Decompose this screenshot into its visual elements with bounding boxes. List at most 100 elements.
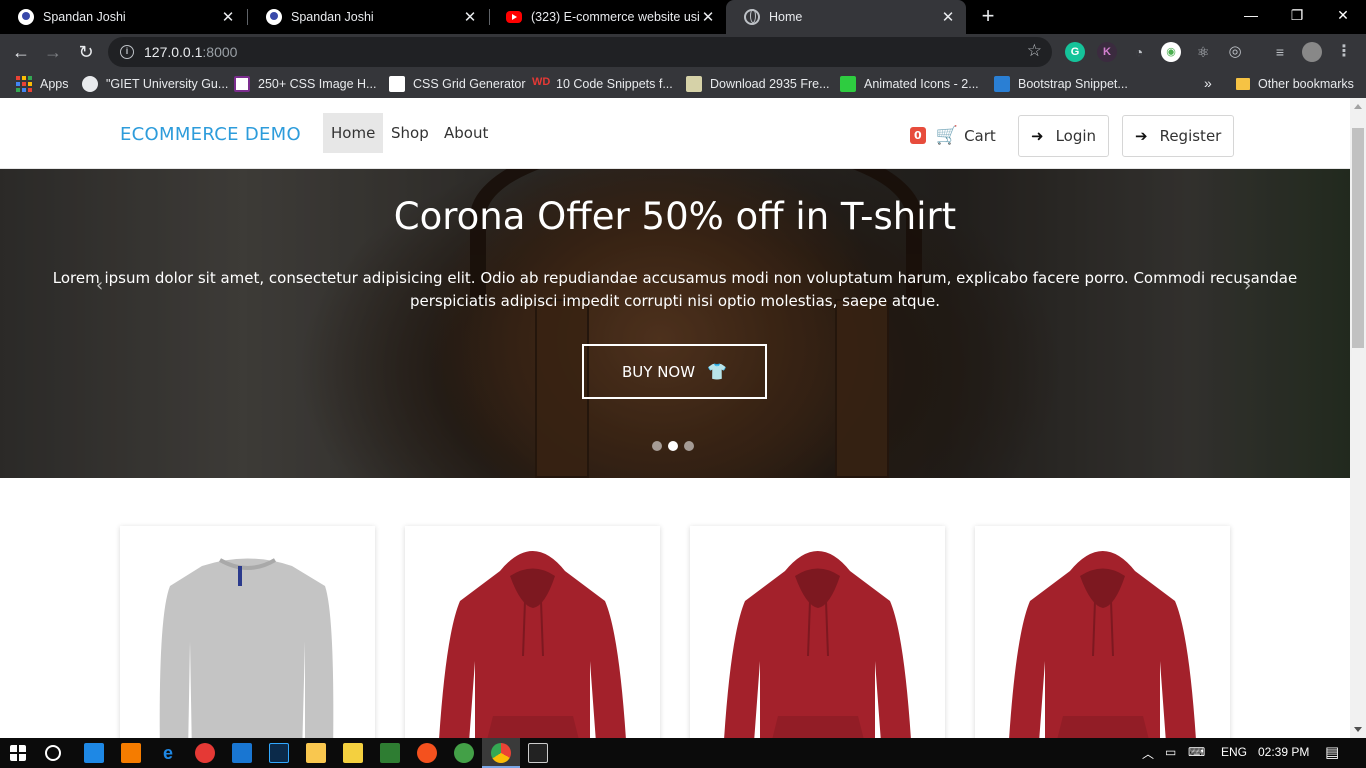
- browser-tab[interactable]: Spandan Joshi ✕: [248, 0, 488, 34]
- mail-app-icon[interactable]: [84, 743, 104, 763]
- browser-tab[interactable]: Spandan Joshi ✕: [0, 0, 246, 34]
- opera-icon[interactable]: [195, 743, 215, 763]
- carousel-dot-active[interactable]: [668, 441, 678, 451]
- scrollbar-thumb[interactable]: [1352, 128, 1364, 348]
- register-button[interactable]: ➔ Register: [1122, 115, 1235, 157]
- menu-icon[interactable]: ⋮: [1334, 42, 1354, 62]
- mongodb-icon[interactable]: [454, 743, 474, 763]
- windows-taskbar: e ︿ ▭ ⌨ ENG 02:39 PM ▤: [0, 738, 1366, 768]
- address-bar[interactable]: i 127.0.0.1:8000 ☆: [108, 37, 1052, 67]
- target-extension-icon[interactable]: ◎: [1225, 42, 1245, 62]
- browser-tab-active[interactable]: Home ✕: [726, 0, 966, 34]
- bookmark-item[interactable]: WD 10 Code Snippets f...: [532, 70, 673, 98]
- scroll-down-icon[interactable]: [1354, 727, 1362, 732]
- sign-in-icon: ➔: [1135, 127, 1148, 145]
- bookmark-item[interactable]: "GIET University Gu...: [82, 70, 228, 98]
- page-scrollbar[interactable]: [1350, 98, 1366, 738]
- windows-start-icon[interactable]: [10, 745, 26, 761]
- cart-count-badge: 0: [910, 127, 926, 144]
- tshirt-icon: 👕: [707, 362, 727, 381]
- tray-chevron-icon[interactable]: ︿: [1142, 745, 1154, 762]
- reload-icon[interactable]: ↻: [74, 40, 98, 64]
- close-tab-icon[interactable]: ✕: [220, 8, 236, 26]
- url-text: 127.0.0.1:8000: [144, 44, 238, 60]
- product-image-hoodie: [1009, 551, 1196, 738]
- tab-title: Spandan Joshi: [291, 10, 374, 24]
- app-icon[interactable]: [380, 743, 400, 763]
- media-control-icon[interactable]: ≡: [1270, 42, 1290, 62]
- carousel-dot[interactable]: [684, 441, 694, 451]
- login-label: Login: [1055, 127, 1097, 145]
- restore-icon[interactable]: ❐: [1274, 0, 1320, 30]
- color-extension-icon[interactable]: ◉: [1161, 42, 1181, 62]
- nav-shop[interactable]: Shop: [383, 113, 437, 153]
- bookmark-item[interactable]: CSS Grid Generator: [389, 70, 526, 98]
- bookmark-label: Download 2935 Fre...: [710, 77, 830, 91]
- bookmark-item[interactable]: 250+ CSS Image H...: [234, 70, 376, 98]
- product-image-sweater: [159, 558, 334, 738]
- clock[interactable]: 02:39 PM: [1258, 745, 1309, 759]
- bookmark-label: 250+ CSS Image H...: [258, 77, 377, 91]
- search-icon[interactable]: [45, 745, 61, 761]
- vscode-icon[interactable]: [232, 743, 252, 763]
- product-card[interactable]: [975, 526, 1230, 738]
- edge-browser-icon[interactable]: e: [158, 743, 178, 763]
- info-icon[interactable]: i: [120, 45, 134, 59]
- close-window-icon[interactable]: ✕: [1320, 0, 1366, 30]
- file-explorer-icon[interactable]: [306, 743, 326, 763]
- carousel-next-icon[interactable]: ›: [1244, 275, 1251, 296]
- photoshop-icon[interactable]: [269, 743, 289, 763]
- user-favicon-icon: [266, 9, 282, 25]
- keyboard-icon[interactable]: ⌨: [1188, 745, 1205, 759]
- minimize-icon[interactable]: —: [1228, 0, 1274, 30]
- nav-about[interactable]: About: [436, 113, 496, 153]
- nav-home[interactable]: Home: [323, 113, 384, 153]
- carousel-prev-icon[interactable]: ‹: [96, 275, 103, 296]
- buy-now-button[interactable]: BUY NOW 👕: [582, 344, 767, 399]
- bookmark-item[interactable]: Bootstrap Snippet...: [994, 70, 1128, 98]
- app-icon[interactable]: [417, 743, 437, 763]
- back-icon[interactable]: ←: [9, 40, 33, 64]
- site-brand[interactable]: ECOMMERCE DEMO: [120, 124, 301, 145]
- bookmark-item[interactable]: Download 2935 Fre...: [686, 70, 830, 98]
- extension-icon[interactable]: ◔: [1129, 42, 1149, 62]
- browser-toolbar: ← → ↻ i 127.0.0.1:8000 ☆ G K ◔ ◉ ⚛ ◎ ≡ ⋮: [0, 34, 1366, 70]
- other-bookmarks[interactable]: Other bookmarks: [1236, 70, 1354, 98]
- shopping-cart-icon: 🛒: [935, 125, 959, 146]
- xampp-icon[interactable]: [121, 743, 141, 763]
- new-tab-icon[interactable]: +: [976, 5, 1000, 29]
- terminal-icon[interactable]: [528, 743, 548, 763]
- site-navbar: ECOMMERCE DEMO Home Shop About 0 🛒 Cart …: [0, 98, 1350, 169]
- media-player-icon[interactable]: [343, 743, 363, 763]
- profile-avatar[interactable]: [1302, 42, 1322, 62]
- close-tab-icon[interactable]: ✕: [700, 8, 716, 26]
- hero-text: Lorem ipsum dolor sit amet, consectetur …: [52, 269, 1298, 310]
- close-tab-icon[interactable]: ✕: [462, 8, 478, 26]
- scroll-up-icon[interactable]: [1354, 104, 1362, 109]
- bookmark-label: 10 Code Snippets f...: [556, 77, 673, 91]
- bookmark-star-icon[interactable]: ☆: [1027, 41, 1042, 61]
- browser-tab[interactable]: (323) E-commerce website using ✕: [488, 0, 726, 34]
- product-card[interactable]: [405, 526, 660, 738]
- bookmark-item[interactable]: Animated Icons - 2...: [840, 70, 979, 98]
- chrome-icon[interactable]: [491, 743, 511, 763]
- tab-title: (323) E-commerce website using: [531, 10, 700, 24]
- login-button[interactable]: ➜ Login: [1018, 115, 1110, 157]
- k-extension-icon[interactable]: K: [1097, 42, 1117, 62]
- grammarly-extension-icon[interactable]: G: [1065, 42, 1085, 62]
- bookmark-apps[interactable]: Apps: [16, 70, 69, 98]
- notifications-icon[interactable]: ▤: [1325, 743, 1339, 761]
- react-extension-icon[interactable]: ⚛: [1193, 42, 1213, 62]
- product-card[interactable]: [120, 526, 375, 738]
- product-card[interactable]: [690, 526, 945, 738]
- close-tab-icon[interactable]: ✕: [940, 8, 956, 26]
- more-bookmarks-icon[interactable]: »: [1204, 75, 1212, 91]
- cart-link[interactable]: 0 🛒 Cart: [910, 125, 996, 146]
- battery-icon[interactable]: ▭: [1165, 745, 1176, 759]
- forward-icon[interactable]: →: [41, 40, 65, 64]
- carousel-dot[interactable]: [652, 441, 662, 451]
- language-indicator[interactable]: ENG: [1221, 745, 1247, 759]
- bookmark-label: Other bookmarks: [1258, 77, 1354, 91]
- wd-site-icon: WD: [532, 76, 551, 88]
- product-image-hoodie: [724, 551, 911, 738]
